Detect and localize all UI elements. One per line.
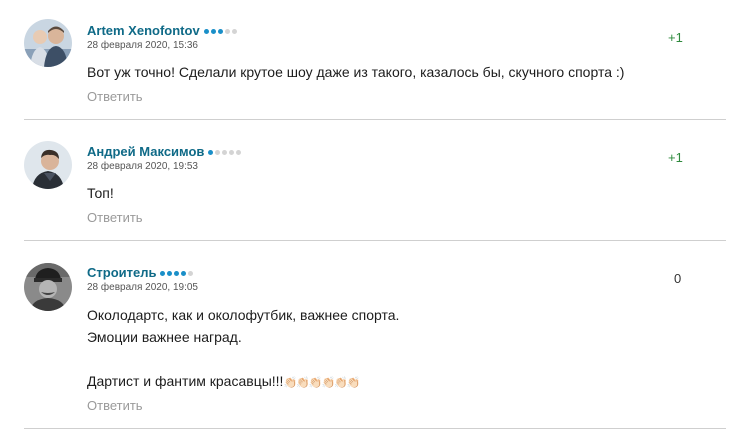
comment-rating[interactable]: +1 <box>668 30 683 46</box>
avatar[interactable] <box>24 263 72 311</box>
level-dot <box>160 271 166 276</box>
comment-text-line: Вот уж точно! Сделали крутое шоу даже из… <box>87 64 625 80</box>
comment-text-line: Эмоции важнее наград. <box>87 329 242 345</box>
level-dot <box>222 150 228 155</box>
comment-rating[interactable]: +1 <box>668 150 683 166</box>
reply-button[interactable]: Ответить <box>87 398 143 414</box>
level-dot <box>217 29 223 34</box>
level-dot <box>224 29 230 34</box>
level-dot <box>208 150 214 155</box>
divider <box>24 240 726 241</box>
comment-text: Вот уж точно! Сделали крутое шоу даже из… <box>87 61 624 83</box>
level-dot <box>229 150 235 155</box>
reply-button[interactable]: Ответить <box>87 210 143 226</box>
comment-text: Околодартс, как и околофутбик, важнее сп… <box>87 304 399 392</box>
level-dot <box>181 271 187 276</box>
avatar[interactable] <box>24 19 72 67</box>
level-dot <box>236 150 242 155</box>
clapping-hands-icon: 👏🏻👏🏻👏🏻👏🏻👏🏻👏🏻 <box>283 377 360 389</box>
comment-text-segment: Дартист и фантим красавцы!!! <box>87 373 284 389</box>
comment-rating[interactable]: 0 <box>674 271 681 287</box>
comment-date: 28 февраля 2020, 15:36 <box>87 40 198 51</box>
comment-text-line: Дартист и фантим красавцы!!!👏🏻👏🏻👏🏻👏🏻👏🏻👏🏻 <box>87 370 399 392</box>
comment-date: 28 февраля 2020, 19:05 <box>87 282 198 293</box>
comment-text-line <box>87 348 399 370</box>
level-dot <box>203 29 209 34</box>
level-dot <box>215 150 221 155</box>
comment-text-line: Топ! <box>87 185 114 201</box>
level-dot <box>231 29 237 34</box>
level-dot <box>174 271 180 276</box>
level-dots-icon <box>160 271 194 276</box>
comment-date: 28 февраля 2020, 19:53 <box>87 161 198 172</box>
level-dots-icon <box>208 150 242 155</box>
divider <box>24 428 726 429</box>
level-dot <box>167 271 173 276</box>
level-dot <box>188 271 194 276</box>
author-name[interactable]: Андрей Максимов <box>87 144 242 160</box>
level-dots-icon <box>203 29 237 34</box>
level-dot <box>210 29 216 34</box>
comment-text: Топ! <box>87 182 114 204</box>
author-name[interactable]: Artem Xenofontov <box>87 23 237 39</box>
avatar[interactable] <box>24 141 72 189</box>
reply-button[interactable]: Ответить <box>87 89 143 105</box>
author-name[interactable]: Строитель <box>87 265 194 281</box>
divider <box>24 119 726 120</box>
comment-text-line: Околодартс, как и околофутбик, важнее сп… <box>87 307 400 323</box>
